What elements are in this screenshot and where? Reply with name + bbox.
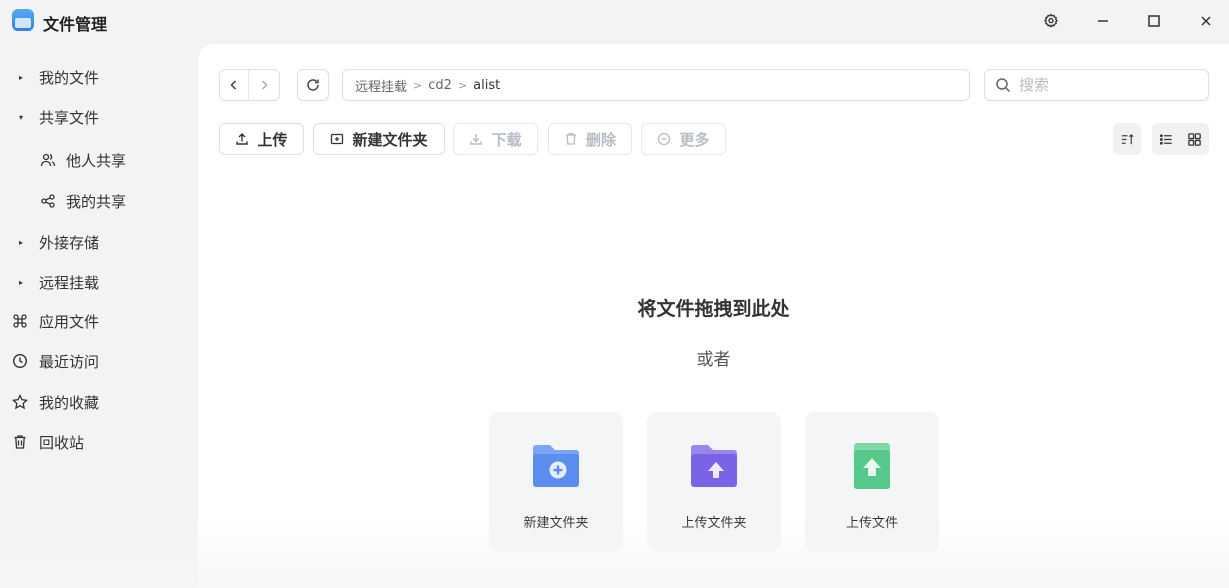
sidebar-item-label: 远程挂载 (39, 273, 100, 292)
gear-icon (1044, 13, 1058, 28)
breadcrumb: 远程挂载 > cd2 > alist (342, 69, 970, 101)
sidebar-item-recent[interactable]: 最近访问 (0, 347, 190, 375)
star-icon (11, 393, 29, 411)
sidebar-item-external-storage[interactable]: ▸ 外接存储 (0, 228, 190, 256)
sidebar-item-label: 共享文件 (39, 108, 100, 127)
new-folder-button[interactable]: 新建文件夹 (313, 123, 445, 155)
search-icon (996, 78, 1011, 93)
upload-file-icon (854, 443, 890, 489)
list-view-icon (1159, 133, 1172, 145)
app-logo-icon (12, 9, 34, 31)
sidebar-item-trash[interactable]: 回收站 (0, 428, 190, 456)
upload-label: 上传 (257, 130, 288, 149)
new-folder-card[interactable]: 新建文件夹 (489, 412, 623, 552)
sort-button[interactable] (1113, 123, 1141, 155)
settings-button[interactable] (1036, 8, 1066, 34)
sidebar-item-label: 最近访问 (39, 352, 100, 371)
clock-icon (11, 352, 29, 370)
grid-view-button[interactable] (1187, 132, 1202, 147)
caret-right-icon: ▸ (18, 237, 23, 247)
back-button[interactable] (220, 70, 249, 100)
users-icon (39, 151, 57, 169)
card-label: 上传文件夹 (681, 516, 747, 531)
search-input[interactable] (1019, 76, 1199, 94)
more-label: 更多 (679, 130, 710, 149)
sidebar-item-label: 应用文件 (39, 312, 100, 331)
trash-icon (11, 433, 29, 451)
card-label: 新建文件夹 (523, 516, 589, 531)
list-view-button[interactable] (1159, 132, 1174, 147)
search-box (984, 69, 1209, 101)
upload-icon (236, 133, 249, 145)
breadcrumb-separator: > (413, 78, 423, 92)
trash-icon (565, 133, 576, 145)
download-icon (470, 134, 483, 145)
maximize-icon (1148, 15, 1160, 27)
new-folder-label: 新建文件夹 (352, 130, 428, 149)
sidebar-item-app-files[interactable]: 应用文件 (0, 307, 190, 335)
breadcrumb-item-current[interactable]: alist (473, 78, 500, 93)
refresh-icon (307, 79, 319, 91)
upload-button[interactable]: 上传 (219, 123, 304, 155)
app-title: 文件管理 (43, 15, 108, 34)
upload-file-card[interactable]: 上传文件 (805, 412, 939, 552)
sidebar-item-label: 外接存储 (39, 233, 100, 252)
minimize-button[interactable] (1088, 8, 1118, 34)
delete-label: 删除 (585, 130, 616, 149)
delete-button[interactable]: 删除 (548, 123, 632, 155)
close-button[interactable] (1191, 8, 1221, 34)
caret-right-icon: ▸ (18, 72, 23, 82)
sort-icon (1121, 133, 1134, 144)
minimize-icon (1098, 20, 1108, 22)
breadcrumb-item[interactable]: 远程挂载 (355, 76, 407, 95)
share-icon (39, 192, 57, 210)
close-icon (1201, 16, 1211, 26)
empty-state-or: 或者 (696, 350, 731, 370)
maximize-button[interactable] (1139, 8, 1169, 34)
new-folder-icon (331, 133, 344, 145)
empty-state-title: 将文件拖拽到此处 (637, 298, 790, 320)
sidebar-item-label: 我的文件 (39, 68, 100, 87)
new-folder-icon (533, 445, 579, 487)
upload-folder-icon (691, 445, 737, 487)
more-button[interactable]: 更多 (641, 123, 726, 155)
title-bar: 文件管理 (0, 0, 1229, 44)
grid-view-icon (1188, 132, 1202, 146)
sidebar-item-remote-mount[interactable]: ▸ 远程挂载 (0, 268, 190, 296)
sidebar-item-label: 回收站 (39, 433, 85, 452)
sidebar-item-others-shared[interactable]: 他人共享 (0, 146, 190, 174)
sidebar-item-my-shares[interactable]: 我的共享 (0, 187, 190, 215)
download-label: 下载 (491, 130, 522, 149)
main-panel: 远程挂载 > cd2 > alist 上传 新建文件夹 下载 删除 更多 (198, 44, 1229, 588)
forward-button[interactable] (249, 70, 278, 100)
view-mode-toggle (1152, 123, 1209, 155)
caret-down-icon: ▾ (18, 112, 23, 122)
upload-folder-card[interactable]: 上传文件夹 (647, 412, 781, 552)
sidebar-item-favorites[interactable]: 我的收藏 (0, 388, 190, 416)
refresh-button[interactable] (297, 69, 329, 101)
sidebar-item-shared-files[interactable]: ▾ 共享文件 (0, 103, 190, 131)
sidebar-item-label: 他人共享 (66, 151, 127, 170)
breadcrumb-item[interactable]: cd2 (428, 78, 452, 93)
download-button[interactable]: 下载 (453, 123, 538, 155)
card-label: 上传文件 (845, 516, 898, 531)
sidebar-item-my-files[interactable]: ▸ 我的文件 (0, 63, 190, 91)
breadcrumb-separator: > (457, 78, 468, 92)
chevron-left-icon (230, 80, 237, 90)
more-icon (658, 132, 671, 146)
history-nav (219, 69, 280, 101)
command-icon (11, 312, 29, 330)
sidebar-item-label: 我的共享 (66, 192, 127, 211)
sidebar-item-label: 我的收藏 (39, 393, 100, 412)
chevron-right-icon (261, 80, 268, 90)
caret-right-icon: ▸ (18, 277, 23, 287)
